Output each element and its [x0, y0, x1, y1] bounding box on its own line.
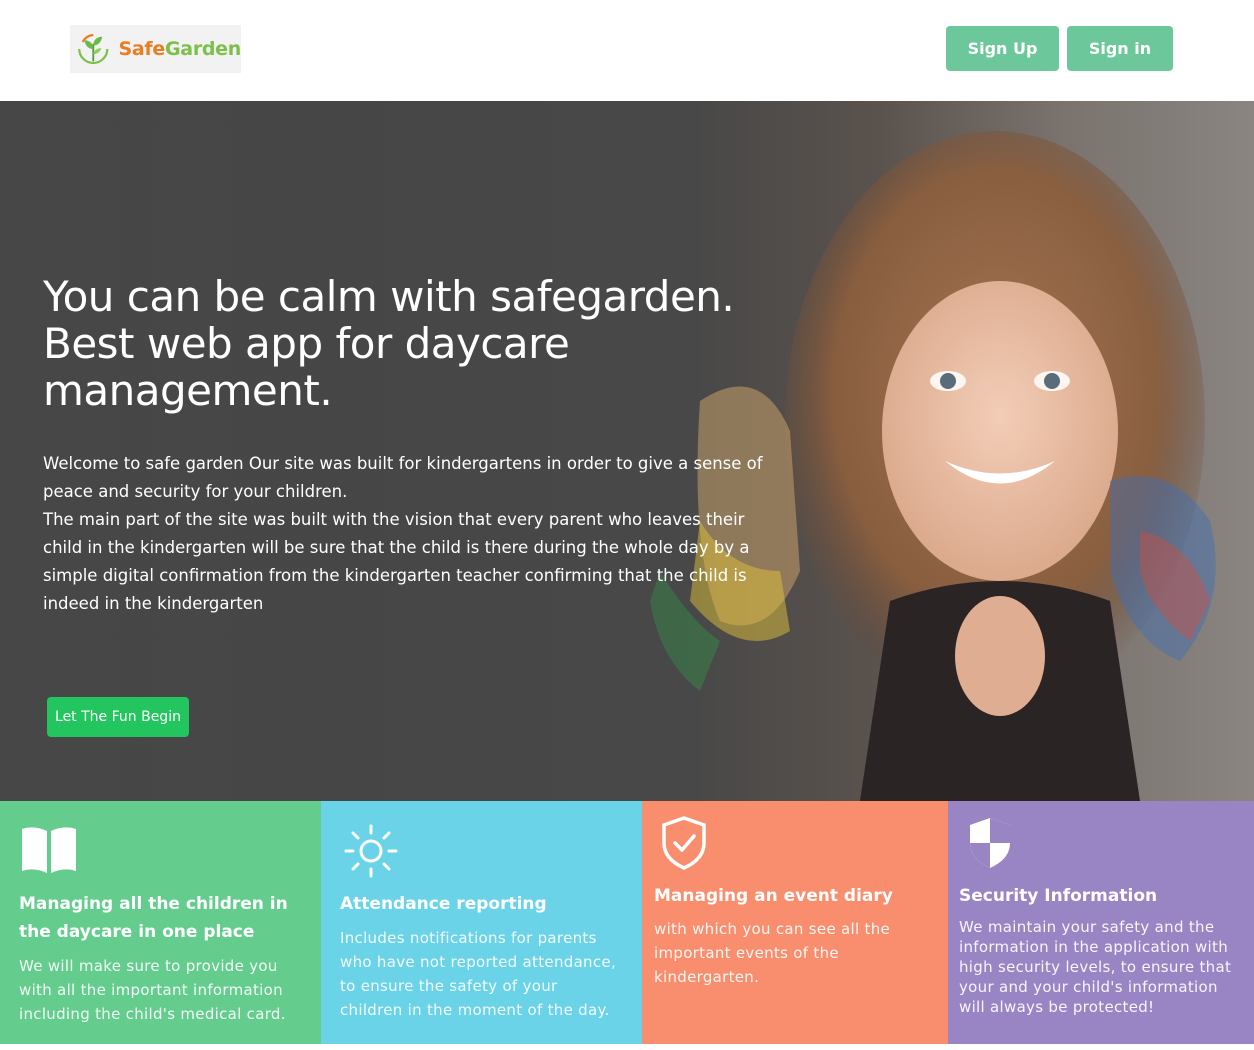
- hero-description: Welcome to safe garden Our site was buil…: [43, 450, 783, 618]
- feature-text: Includes notifications for parents who h…: [340, 929, 617, 1019]
- feature-title: Managing all the children in the daycare…: [19, 894, 288, 942]
- feature-text: We maintain your safety and the informat…: [959, 918, 1232, 1016]
- hero-section: You can be calm with safegarden. Best we…: [0, 101, 1254, 801]
- feature-title: Attendance reporting: [340, 894, 547, 914]
- sign-up-button[interactable]: Sign Up: [946, 26, 1059, 71]
- book-icon: [22, 827, 76, 873]
- feature-title: Managing an event diary: [654, 886, 893, 906]
- feature-card-children: Managing all the children in the daycare…: [0, 801, 321, 1044]
- logo-safe: Safe: [118, 38, 166, 60]
- feature-text: We will make sure to provide you with al…: [19, 957, 286, 1023]
- site-header: SafeGarden Sign Up Sign in: [0, 0, 1254, 101]
- logo-garden: Garden: [165, 38, 241, 60]
- sun-icon: [344, 824, 398, 878]
- hero-paragraph-1: Welcome to safe garden Our site was buil…: [43, 454, 763, 501]
- logo-wordmark: SafeGarden: [118, 38, 242, 60]
- let-the-fun-begin-button[interactable]: Let The Fun Begin: [47, 697, 189, 737]
- feature-card-event-diary: Managing an event diary with which you c…: [642, 801, 948, 1044]
- features-section: Managing all the children in the daycare…: [0, 801, 1254, 1044]
- feature-title: Security Information: [959, 886, 1158, 906]
- shield-check-icon: [662, 816, 706, 870]
- feature-text: with which you can see all the important…: [654, 920, 891, 986]
- hero-headline: You can be calm with safegarden. Best we…: [43, 272, 735, 415]
- feature-card-security: Security Information We maintain your sa…: [948, 801, 1254, 1044]
- shield-half-icon: [970, 818, 1010, 868]
- sprout-icon: [78, 33, 109, 65]
- feature-card-attendance: Attendance reporting Includes notificati…: [321, 801, 642, 1044]
- sign-in-button[interactable]: Sign in: [1067, 26, 1173, 71]
- safegarden-logo[interactable]: SafeGarden: [70, 25, 241, 73]
- hero-paragraph-2: The main part of the site was built with…: [43, 510, 750, 613]
